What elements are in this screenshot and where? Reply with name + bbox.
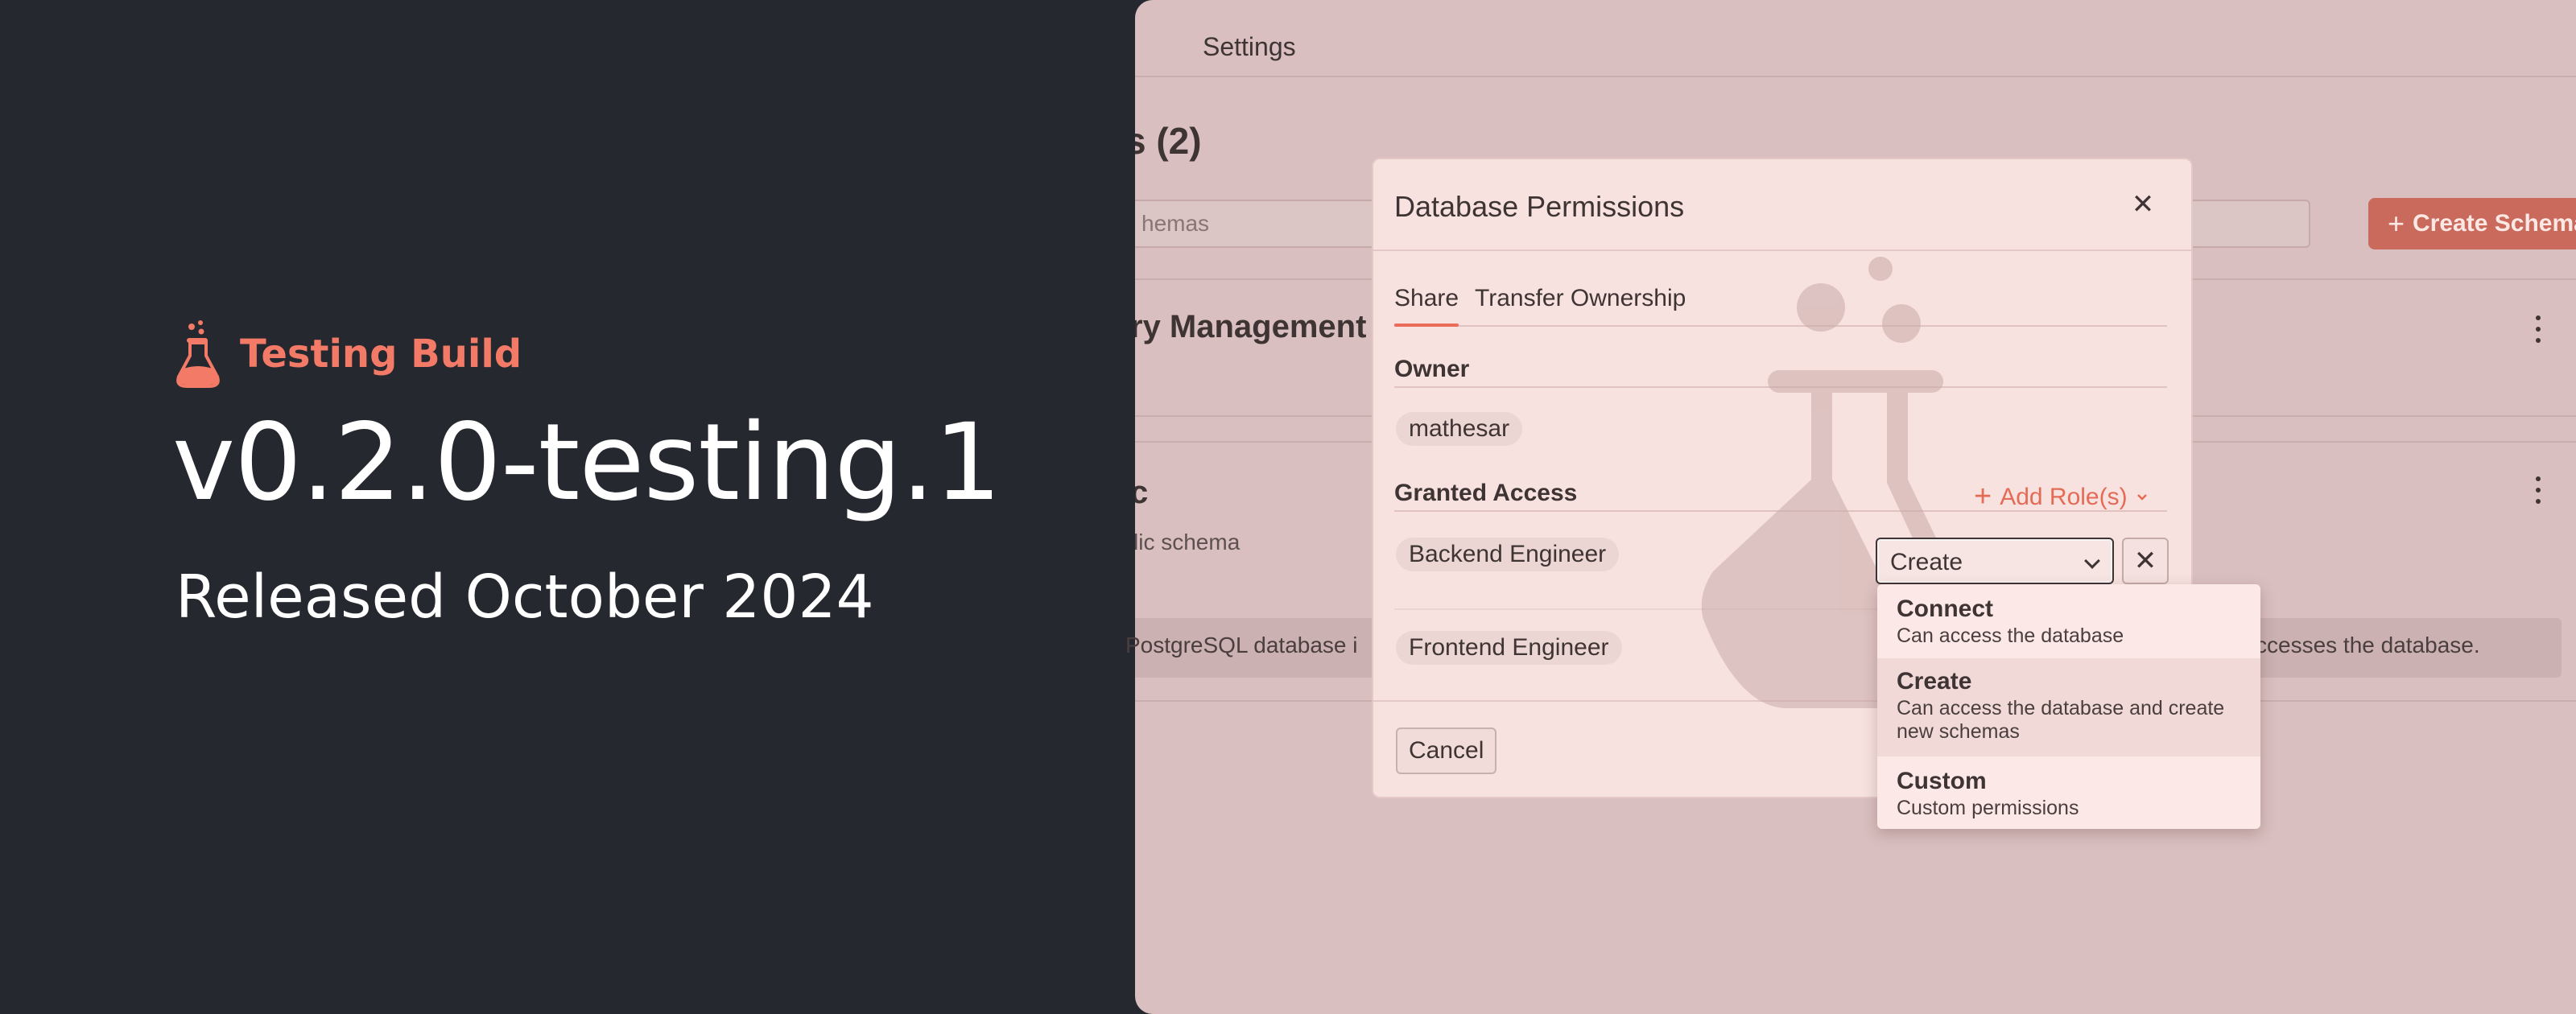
remove-role-button[interactable]: ✕ <box>2122 538 2169 584</box>
add-roles-button[interactable]: + Add Role(s) <box>1974 480 2149 514</box>
option-create[interactable]: Create Can access the database and creat… <box>1877 658 2260 756</box>
owner-label: Owner <box>1394 356 1470 382</box>
option-title: Create <box>1897 668 1972 695</box>
cancel-button[interactable]: Cancel <box>1396 728 1497 774</box>
info-banner-text-left: PostgreSQL database i <box>1125 633 1358 657</box>
divider <box>1394 510 2167 512</box>
schema-card-description: lic schema <box>1135 530 1241 554</box>
granted-access-label: Granted Access <box>1394 480 1578 506</box>
modal-title: Database Permissions <box>1394 190 1685 223</box>
modal-tabs: Share Transfer Ownership <box>1394 285 2167 327</box>
testing-build-badge: Testing Build <box>175 320 522 388</box>
tab-share[interactable]: Share <box>1394 285 1459 327</box>
option-connect[interactable]: Connect Can access the database <box>1877 584 2260 658</box>
owner-pill: mathesar <box>1396 412 1523 446</box>
role-pill-frontend-engineer: Frontend Engineer <box>1396 631 1622 665</box>
badge-label: Testing Build <box>240 332 522 377</box>
permission-dropdown: Connect Can access the database Create C… <box>1877 584 2260 829</box>
option-description: Can access the database <box>1897 624 2124 647</box>
tab-transfer-ownership[interactable]: Transfer Ownership <box>1475 285 1686 312</box>
kebab-menu-icon[interactable] <box>2533 315 2544 343</box>
divider <box>1394 386 2167 388</box>
schemas-heading: s (2) <box>1135 120 1202 162</box>
schema-card-title[interactable]: ry Management <box>1135 309 1366 345</box>
add-roles-label: Add Role(s) <box>2000 483 2128 510</box>
tab-settings[interactable]: Settings <box>1203 32 1296 62</box>
plus-icon: + <box>1974 480 1992 513</box>
role-pill-backend-engineer: Backend Engineer <box>1396 538 1620 571</box>
permission-select-value: Create <box>1890 549 1963 575</box>
create-schema-label: Create Schema <box>2413 210 2576 237</box>
release-date: Released October 2024 <box>175 563 874 632</box>
create-schema-button[interactable]: + Create Schema <box>2368 198 2576 249</box>
option-custom[interactable]: Custom Custom permissions <box>1877 756 2260 829</box>
chevron-down-icon <box>2084 553 2100 569</box>
schema-card-title[interactable]: c <box>1135 475 1148 511</box>
modal-header: Database Permissions ✕ <box>1373 159 2191 251</box>
close-icon: ✕ <box>2133 546 2157 576</box>
permission-select[interactable]: Create <box>1876 538 2114 584</box>
option-title: Custom <box>1897 768 1987 794</box>
chevron-down-icon <box>2136 493 2147 501</box>
app-topbar: Settings <box>1135 0 2576 77</box>
promo-panel: Testing Build v0.2.0-testing.1 Released … <box>0 0 1135 1014</box>
option-description: Custom permissions <box>1897 797 2079 819</box>
option-description: Can access the database and create <box>1897 697 2225 719</box>
info-banner-text-right: ccesses the database. <box>2256 633 2480 657</box>
flask-icon <box>176 320 220 388</box>
kebab-menu-icon[interactable] <box>2533 476 2544 504</box>
version-heading: v0.2.0-testing.1 <box>172 401 1001 525</box>
option-title: Connect <box>1897 596 1993 622</box>
plus-icon: + <box>2388 207 2405 240</box>
close-icon[interactable]: ✕ <box>2127 188 2159 221</box>
option-description: new schemas <box>1897 720 2020 743</box>
